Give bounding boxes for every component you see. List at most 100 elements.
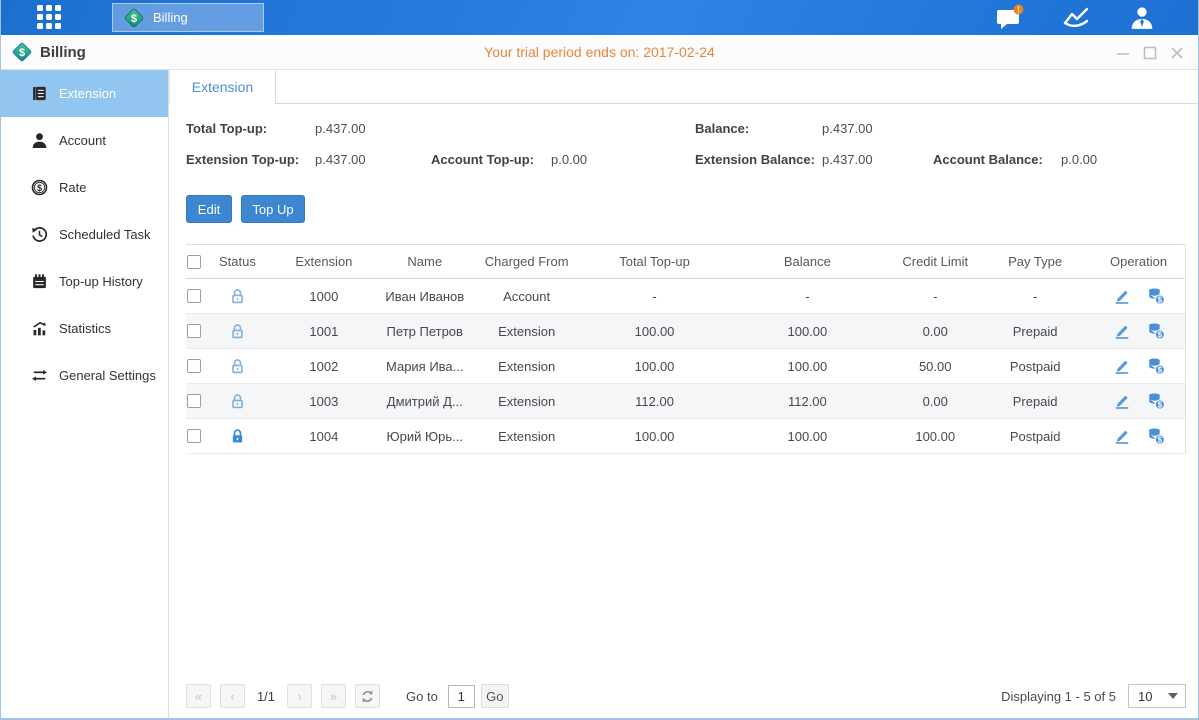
- row-checkbox[interactable]: [187, 289, 201, 303]
- cell-extension: 1003: [265, 394, 383, 409]
- page-size-select[interactable]: 10: [1128, 684, 1186, 708]
- cell-charged-from: Extension: [467, 359, 587, 374]
- prev-page-button[interactable]: ‹: [220, 684, 245, 708]
- edit-pencil-icon[interactable]: [1113, 287, 1131, 305]
- user-icon[interactable]: [1126, 5, 1158, 31]
- window-header: $ Billing Your trial period ends on: 201…: [1, 35, 1198, 70]
- extension-balance-label: Extension Balance:: [695, 152, 815, 167]
- sidebar-item-scheduled-task[interactable]: Scheduled Task: [1, 211, 168, 258]
- edit-pencil-icon[interactable]: [1113, 357, 1131, 375]
- cell-operation: $: [1092, 357, 1185, 375]
- bar-chart-icon: [31, 320, 48, 337]
- sidebar-item-rate[interactable]: $Rate: [1, 164, 168, 211]
- trial-notice: Your trial period ends on: 2017-02-24: [1, 44, 1198, 60]
- cell-credit-limit: 0.00: [892, 324, 978, 339]
- cell-pay-type: Postpaid: [978, 429, 1092, 444]
- topup-coins-icon[interactable]: $: [1147, 357, 1165, 375]
- row-checkbox-cell: [186, 324, 210, 338]
- goto-label: Go to: [406, 689, 438, 704]
- sidebar-item-label: Rate: [59, 180, 86, 195]
- sliders-icon: [31, 367, 48, 384]
- row-checkbox[interactable]: [187, 359, 201, 373]
- cell-charged-from: Account: [467, 289, 587, 304]
- select-all-checkbox[interactable]: [187, 255, 201, 269]
- sidebar-item-general-settings[interactable]: General Settings: [1, 352, 168, 399]
- next-page-button[interactable]: ›: [287, 684, 312, 708]
- edit-button[interactable]: Edit: [186, 195, 232, 223]
- sidebar-item-extension[interactable]: Extension: [1, 70, 168, 117]
- extension-table: Status Extension NameCharged FromTotal Top…: [186, 244, 1186, 454]
- sidebar-item-label: Top-up History: [59, 274, 143, 289]
- row-checkbox-cell: [186, 394, 210, 408]
- balance-value: p.437.00: [822, 121, 873, 136]
- row-checkbox[interactable]: [187, 429, 201, 443]
- cell-credit-limit: 0.00: [892, 394, 978, 409]
- cell-balance: 100.00: [722, 359, 892, 374]
- cell-balance: 112.00: [722, 394, 892, 409]
- account-balance-value: p.0.00: [1061, 152, 1097, 167]
- first-page-button[interactable]: «: [186, 684, 211, 708]
- edit-pencil-icon[interactable]: [1113, 427, 1131, 445]
- chart-icon[interactable]: [1060, 5, 1092, 31]
- row-checkbox[interactable]: [187, 394, 201, 408]
- column-header-status: Status: [210, 254, 265, 269]
- topup-coins-icon[interactable]: $: [1147, 427, 1165, 445]
- status-unlocked-icon: [229, 323, 246, 340]
- column-header-pay-type: Pay Type: [978, 254, 1092, 269]
- tab-strip: Extension: [169, 70, 1198, 104]
- extension-balance-value: p.437.00: [822, 152, 873, 167]
- svg-text:$: $: [131, 13, 137, 25]
- cell-total-topup: 100.00: [587, 359, 723, 374]
- cell-name: Юрий Юрь...: [383, 429, 467, 444]
- sidebar-item-account[interactable]: Account: [1, 117, 168, 164]
- cell-credit-limit: 100.00: [892, 429, 978, 444]
- sidebar: ExtensionAccount$RateScheduled Task Top-u…: [1, 70, 169, 718]
- status-unlocked-icon: [229, 358, 246, 375]
- go-button[interactable]: Go: [481, 684, 509, 708]
- page-indicator: 1/1: [254, 689, 278, 704]
- extension-topup-value: p.437.00: [315, 152, 366, 167]
- svg-text:$: $: [1157, 436, 1162, 445]
- cell-extension: 1004: [265, 429, 383, 444]
- table-row: 1000Иван ИвановAccount----$: [186, 279, 1185, 314]
- balance-label: Balance:: [695, 121, 749, 136]
- window-title: Billing: [40, 44, 86, 61]
- cell-total-topup: 100.00: [587, 429, 723, 444]
- clock-history-icon: [31, 226, 48, 243]
- cell-name: Петр Петров: [383, 324, 467, 339]
- topup-coins-icon[interactable]: $: [1147, 392, 1165, 410]
- cell-pay-type: Postpaid: [978, 359, 1092, 374]
- refresh-icon[interactable]: [355, 684, 380, 708]
- column-header-charged-from: Charged From: [467, 254, 587, 269]
- account-topup-value: p.0.00: [551, 152, 587, 167]
- messages-icon[interactable]: !: [994, 5, 1026, 31]
- cell-charged-from: Extension: [467, 429, 587, 444]
- column-header-balance: Balance: [722, 254, 892, 269]
- tab-extension[interactable]: Extension: [169, 70, 276, 104]
- close-icon[interactable]: [1169, 45, 1184, 60]
- minimize-icon[interactable]: [1115, 45, 1130, 60]
- sidebar-item-top-up-history[interactable]: Top-up History: [1, 258, 168, 305]
- pagination-bar: « ‹ 1/1 › » Go to Go Displaying: [186, 683, 1186, 709]
- edit-pencil-icon[interactable]: [1113, 322, 1131, 340]
- taskbar-tab-billing[interactable]: $ Billing: [112, 3, 264, 32]
- cell-pay-type: -: [978, 289, 1092, 304]
- row-checkbox[interactable]: [187, 324, 201, 338]
- column-header-name: Name: [383, 254, 467, 269]
- column-header-total-top-up: Total Top-up: [587, 254, 723, 269]
- cell-operation: $: [1092, 322, 1185, 340]
- cell-name: Дмитрий Д...: [383, 394, 467, 409]
- svg-text:$: $: [19, 47, 25, 59]
- last-page-button[interactable]: »: [321, 684, 346, 708]
- cell-extension: 1002: [265, 359, 383, 374]
- maximize-icon[interactable]: [1142, 45, 1157, 60]
- goto-page-input[interactable]: [448, 685, 475, 708]
- cell-balance: 100.00: [722, 324, 892, 339]
- topup-coins-icon[interactable]: $: [1147, 322, 1165, 340]
- sidebar-item-statistics[interactable]: Statistics: [1, 305, 168, 352]
- topup-coins-icon[interactable]: $: [1147, 287, 1165, 305]
- cell-total-topup: -: [587, 289, 723, 304]
- app-grid-icon[interactable]: [37, 5, 63, 31]
- topup-button[interactable]: Top Up: [241, 195, 305, 223]
- edit-pencil-icon[interactable]: [1113, 392, 1131, 410]
